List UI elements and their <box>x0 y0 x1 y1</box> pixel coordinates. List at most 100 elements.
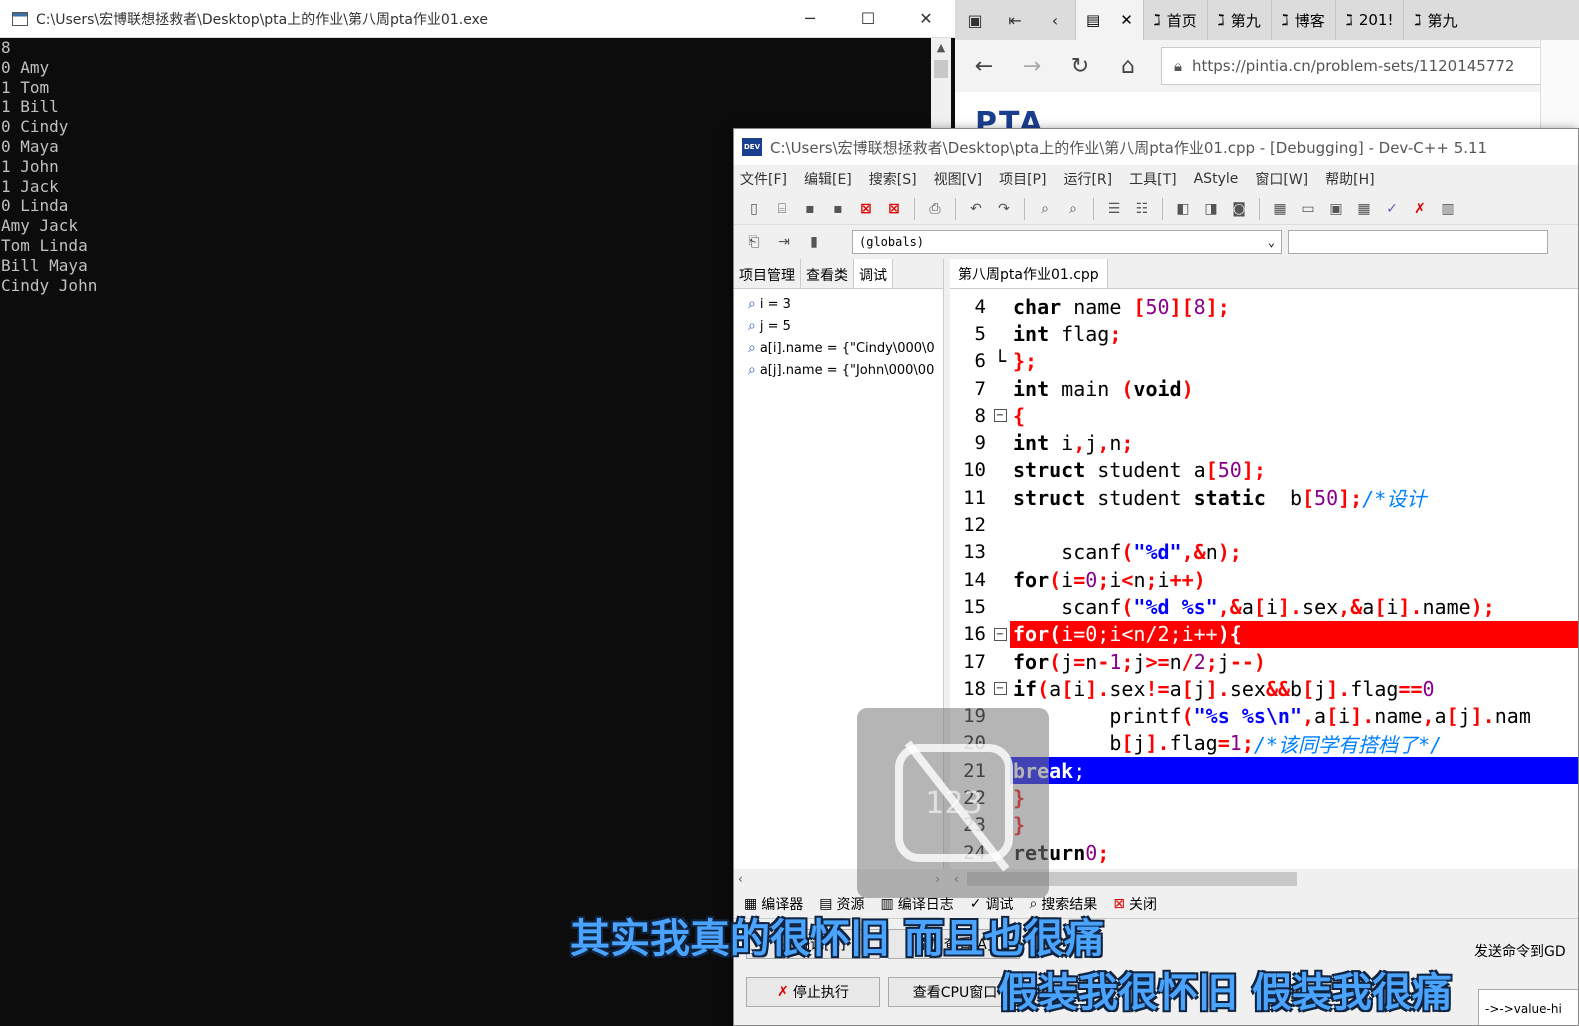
rebuild-icon[interactable]: ▦ <box>1352 197 1376 221</box>
bookmark-back-icon[interactable]: ◧ <box>1171 197 1195 221</box>
compile-icon[interactable]: ▦ <box>1268 197 1292 221</box>
save-icon[interactable]: ▪ <box>798 197 822 221</box>
menu-view[interactable]: 视图[V] <box>934 169 983 189</box>
menu-project[interactable]: 项目[P] <box>999 169 1046 189</box>
unindent-icon[interactable]: ☷ <box>1130 197 1154 221</box>
tab-aside-icon[interactable]: ⇤ <box>995 0 1035 40</box>
devcpp-app-icon: DEV <box>742 138 762 156</box>
indent-icon[interactable]: ☰ <box>1102 197 1126 221</box>
devcpp-title: C:\Users\宏博联想拯救者\Desktop\pta上的作业\第八周pta作… <box>770 138 1488 157</box>
watch-item[interactable]: ⌕ a[j].name = {"John\000\00 <box>734 359 943 381</box>
insert-icon[interactable]: ⎗ <box>742 230 766 254</box>
menu-help[interactable]: 帮助[H] <box>1325 169 1374 189</box>
code-line: 9 int i, j, n; <box>974 431 1134 456</box>
pta-icon: ℷ <box>1414 11 1422 29</box>
stop-button[interactable]: ✗ 停止执行 <box>746 977 880 1007</box>
code-line: 7 int main (void) <box>974 376 1194 401</box>
fold-toggle-icon[interactable]: − <box>993 409 1007 423</box>
tab-3[interactable]: ℷ 博客 <box>1270 0 1335 40</box>
floating-overlay-widget[interactable]: 123 <box>857 708 1049 898</box>
menu-astyle[interactable]: AStyle <box>1194 171 1239 187</box>
toolbar-separator <box>1162 197 1163 220</box>
scroll-thumb[interactable] <box>934 60 948 78</box>
menu-tools[interactable]: 工具[T] <box>1129 169 1176 189</box>
menu-run[interactable]: 运行[R] <box>1063 169 1112 189</box>
toggle-bookmark-icon[interactable]: ⇥ <box>772 230 796 254</box>
fold-toggle-icon[interactable]: − <box>993 682 1007 696</box>
editor-tabs: 第八周pta作业01.cpp <box>950 259 1578 289</box>
home-icon[interactable]: ⌂ <box>1113 54 1143 79</box>
goto-bookmark-icon[interactable]: ▮ <box>802 230 826 254</box>
scope-combo[interactable]: (globals) ⌄ <box>852 230 1282 254</box>
code-line: 12 <box>963 514 986 537</box>
minimize-button[interactable]: ─ <box>781 9 839 28</box>
back-arrow-icon[interactable]: ← <box>969 54 999 79</box>
compile-run-icon[interactable]: ▣ <box>1324 197 1348 221</box>
watch-item[interactable]: ⌕ a[i].name = {"Cindy\000\0 <box>734 337 943 359</box>
goto-line-icon[interactable]: ◙ <box>1227 197 1251 221</box>
code-line: 17 for(j = n -1; j >= n/2; j --) <box>963 649 1266 674</box>
gdb-output: ->->value-hi <box>1478 989 1578 1025</box>
scroll-up-icon[interactable]: ▲ <box>931 38 951 58</box>
scroll-left-icon[interactable]: ‹ <box>738 872 743 886</box>
close-button[interactable]: ✕ <box>897 9 955 28</box>
tab-back-icon[interactable]: ‹ <box>1035 0 1075 40</box>
print-icon[interactable]: ⎙ <box>923 197 947 221</box>
tab-debug[interactable]: 调试 <box>854 259 893 288</box>
code-line: 10 struct student a[50]; <box>963 458 1266 483</box>
code-line: 5 int flag; <box>974 321 1122 346</box>
menu-file[interactable]: 文件[F] <box>740 169 787 189</box>
stop-icon[interactable]: ✗ <box>1408 197 1432 221</box>
tab-close-icon[interactable]: ✕ <box>1120 11 1133 29</box>
debug-check-icon[interactable]: ✓ <box>1380 197 1404 221</box>
tab-4[interactable]: ℷ 201! <box>1334 0 1404 40</box>
bookmark-forward-icon[interactable]: ◨ <box>1199 197 1223 221</box>
tab-active[interactable]: ▤ ✕ <box>1075 0 1143 40</box>
tab-close[interactable]: ⊠ 关闭 <box>1107 890 1163 918</box>
save-all-icon[interactable]: ▪ <box>826 197 850 221</box>
browser-tab-strip: ▣ ⇤ ‹ ▤ ✕ ℷ 首页 ℷ 第九 ℷ 博客 ℷ 201! ℷ 第九 <box>955 0 1579 40</box>
subtitle-line-1: 其实我真的很怀旧 而且也很痛 <box>570 916 1104 962</box>
url-text: https://pintia.cn/problem-sets/112014577… <box>1191 57 1515 75</box>
replace-icon[interactable]: ⌕ <box>1061 197 1085 221</box>
undo-icon[interactable]: ↶ <box>964 197 988 221</box>
profile-chart-icon[interactable]: ▥ <box>1436 197 1460 221</box>
code-line: 11 struct student static b[50]; /*设计 <box>963 485 1427 512</box>
watch-item[interactable]: ⌕ j = 5 <box>734 315 943 337</box>
secondary-toolbar: ⎗ ⇥ ▮ (globals) ⌄ <box>734 225 1578 259</box>
tab-project[interactable]: 项目管理 <box>734 259 801 288</box>
menu-window[interactable]: 窗口[W] <box>1255 169 1308 189</box>
menu-search[interactable]: 搜索[S] <box>869 169 917 189</box>
close-all-icon[interactable]: ⊠ <box>882 197 906 221</box>
address-bar[interactable]: 🔒︎ https://pintia.cn/problem-sets/112014… <box>1161 47 1579 85</box>
watch-list: ⌕ i = 3 ⌕ j = 5 ⌕ a[i].name = {"Cindy\000\0… <box>734 289 943 381</box>
menu-edit[interactable]: 编辑[E] <box>804 169 852 189</box>
maximize-button[interactable]: ☐ <box>839 9 897 28</box>
code-line: 8−{ <box>974 403 1026 428</box>
forward-arrow-icon[interactable]: → <box>1017 54 1047 79</box>
watch-item[interactable]: ⌕ i = 3 <box>734 293 943 315</box>
tab-classes[interactable]: 查看类 <box>801 259 854 288</box>
function-combo[interactable] <box>1288 230 1548 254</box>
toolbar-separator <box>1093 197 1094 220</box>
tab-2[interactable]: ℷ 第九 <box>1206 0 1271 40</box>
toolbar-separator <box>1259 197 1260 220</box>
tab-5[interactable]: ℷ 第九 <box>1403 0 1467 40</box>
run-icon[interactable]: ▭ <box>1296 197 1320 221</box>
fold-toggle-icon[interactable]: − <box>993 627 1007 641</box>
close-file-icon[interactable]: ⊠ <box>854 197 878 221</box>
devcpp-titlebar[interactable]: DEV C:\Users\宏博联想拯救者\Desktop\pta上的作业\第八周… <box>734 129 1578 165</box>
stop-x-icon: ✗ <box>777 984 789 1000</box>
redo-icon[interactable]: ↷ <box>992 197 1016 221</box>
editor-tab-file[interactable]: 第八周pta作业01.cpp <box>950 259 1108 288</box>
console-titlebar[interactable]: C:\Users\宏博联想拯救者\Desktop\pta上的作业\第八周pta作… <box>0 0 955 38</box>
subtitle-line-2: 假装我很怀旧 假装我很痛 <box>998 970 1452 1016</box>
new-file-icon[interactable]: ▯ <box>742 197 766 221</box>
tab-list-icon[interactable]: ▣ <box>955 0 995 40</box>
toolbar-separator <box>955 197 956 220</box>
open-file-icon[interactable]: ⌸ <box>770 197 794 221</box>
refresh-icon[interactable]: ↻ <box>1065 54 1095 79</box>
pta-icon: ℷ <box>1281 11 1289 29</box>
tab-home[interactable]: ℷ 首页 <box>1142 0 1207 40</box>
find-icon[interactable]: ⌕ <box>1033 197 1057 221</box>
